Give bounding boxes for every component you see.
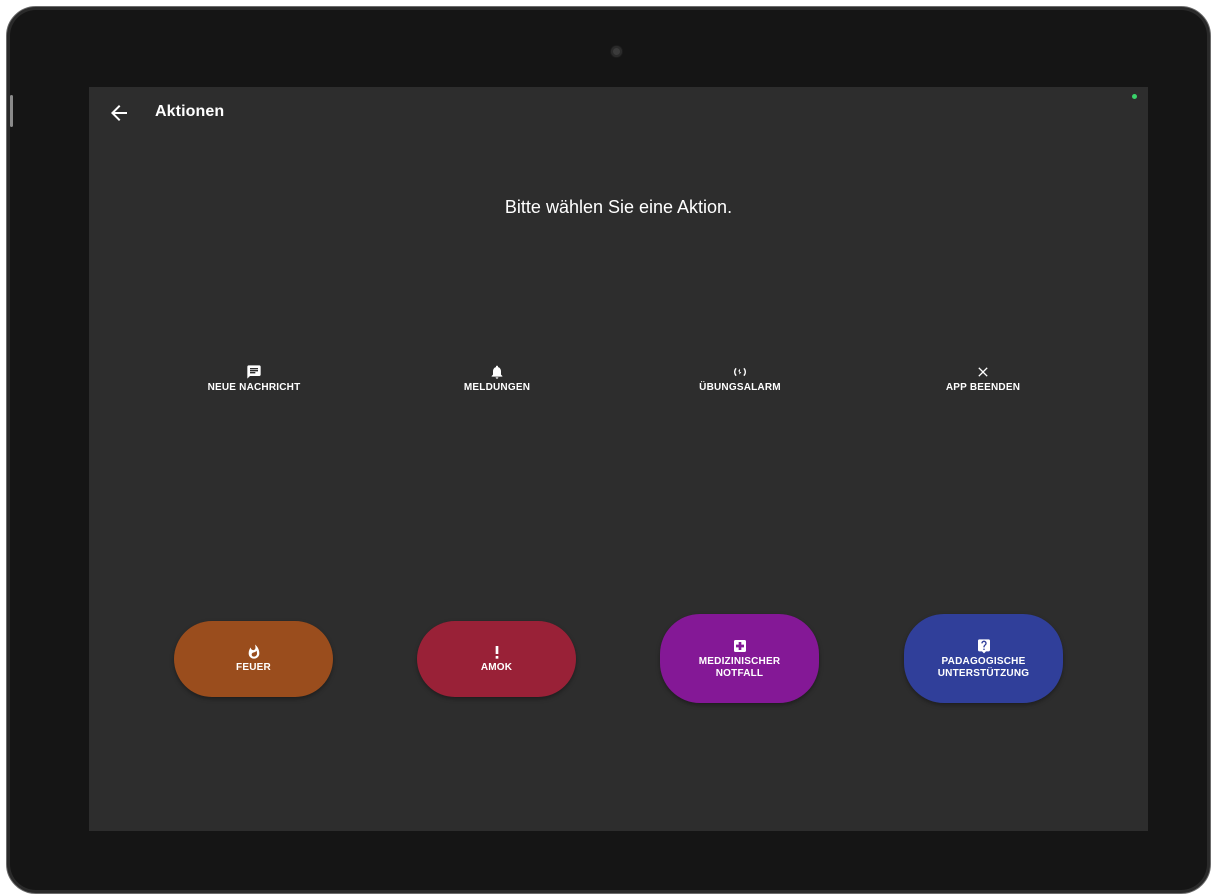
new-message-label: NEUE NACHRICHT	[207, 382, 301, 393]
camera-icon	[611, 46, 622, 57]
app-bar: Aktionen	[89, 87, 1148, 143]
help-icon	[976, 638, 992, 654]
practice-alarm-label: ÜBUNGSALARM	[699, 382, 781, 393]
pedagogical-support-label: PADAGOGISCHE UNTERSTÜTZUNG	[937, 655, 1030, 679]
page-title: Aktionen	[155, 103, 225, 120]
medical-emergency-label: MEDIZINISCHER NOTFALL	[698, 655, 781, 679]
exclamation-icon	[489, 644, 505, 660]
prompt-text: Bitte wählen Sie eine Aktion.	[504, 197, 733, 217]
alarm-practice-icon	[732, 364, 748, 380]
tablet-frame: Aktionen Bitte wählen Sie eine Aktion. N…	[6, 6, 1211, 894]
practice-alarm-button[interactable]: ÜBUNGSALARM	[665, 364, 815, 393]
arrow-back-icon	[107, 101, 131, 125]
reports-button[interactable]: MELDUNGEN	[422, 364, 572, 393]
bell-icon	[489, 364, 505, 380]
pedagogical-support-button[interactable]: PADAGOGISCHE UNTERSTÜTZUNG	[904, 614, 1063, 703]
message-icon	[246, 364, 262, 380]
close-icon	[975, 364, 991, 380]
new-message-button[interactable]: NEUE NACHRICHT	[179, 364, 329, 393]
reports-label: MELDUNGEN	[463, 382, 531, 393]
amok-alarm-label: AMOK	[480, 662, 513, 673]
exit-app-label: APP BEENDEN	[945, 382, 1021, 393]
app-screen: Aktionen Bitte wählen Sie eine Aktion. N…	[89, 87, 1148, 831]
hardware-button	[10, 95, 13, 127]
fire-alarm-button[interactable]: FEUER	[174, 621, 333, 697]
medical-cross-icon	[732, 638, 748, 654]
fire-icon	[246, 644, 262, 660]
amok-alarm-button[interactable]: AMOK	[417, 621, 576, 697]
medical-emergency-button[interactable]: MEDIZINISCHER NOTFALL	[660, 614, 819, 703]
exit-app-button[interactable]: APP BEENDEN	[908, 364, 1058, 393]
back-button[interactable]	[107, 101, 131, 125]
fire-alarm-label: FEUER	[236, 662, 271, 673]
